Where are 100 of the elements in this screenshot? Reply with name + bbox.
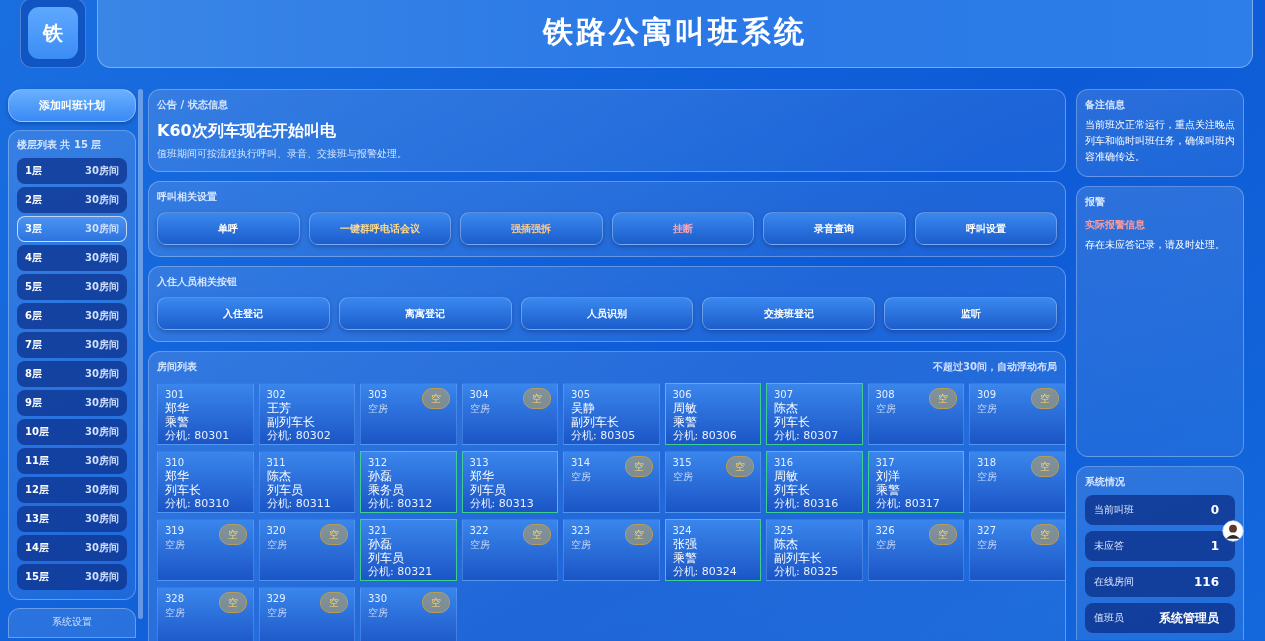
call-button[interactable]: 挂断 [611,212,754,245]
room-card[interactable]: 324 张强 乘警 分机: 80324 [664,519,761,581]
room-status: 空房 [875,538,896,552]
occupant-role: 乘警 [672,415,698,429]
room-number: 322 [469,524,490,537]
room-card[interactable]: 315 空房 空 [664,451,761,513]
call-button[interactable]: 单呼 [157,212,300,245]
floor-item[interactable]: 10层 30房间 [17,419,127,445]
settings-button[interactable]: 系统设置 [8,608,136,638]
stat-label: 在线房间 [1094,575,1134,589]
floor-item[interactable]: 9层 30房间 [17,390,127,416]
room-card[interactable]: 311 陈杰 列车员 分机: 80311 [258,451,355,513]
room-status: 空房 [165,606,185,620]
room-card[interactable]: 308 空房 空 [867,383,964,445]
room-card[interactable]: 313 郑华 列车员 分机: 80313 [461,451,558,513]
room-card[interactable]: 304 空房 空 [461,383,558,445]
floor-item[interactable]: 6层 30房间 [17,303,127,329]
layout-note: 不超过30间，自动浮动布局 [933,360,1057,374]
resident-button[interactable]: 人员识别 [520,297,694,330]
occupant-name: 张强 [672,537,698,551]
extension-number: 分机: 80310 [165,497,230,511]
occupant-name: 王芳 [266,401,292,415]
floor-item[interactable]: 8层 30房间 [17,361,127,387]
room-card[interactable]: 317 刘洋 乘警 分机: 80317 [867,451,964,513]
room-card[interactable]: 326 空房 空 [867,519,964,581]
occupant-name: 陈杰 [266,469,292,483]
room-card[interactable]: 323 空房 空 [563,519,660,581]
room-card[interactable]: 321 孙磊 列车员 分机: 80321 [360,519,457,581]
room-status: 空房 [266,538,287,552]
room-number: 312 [368,456,389,469]
extension-number: 分机: 80316 [774,497,839,511]
occupant-name: 陈杰 [774,537,799,551]
resident-button[interactable]: 入住登记 [157,297,330,330]
room-card[interactable]: 329 空房 空 [258,587,355,641]
occupant-role: 乘警 [672,551,698,565]
floor-item[interactable]: 5层 30房间 [17,274,127,300]
floor-item[interactable]: 2层 30房间 [17,187,127,213]
notice-description: 值班期间可按流程执行呼叫、录音、交接班与报警处理。 [157,147,408,161]
room-card[interactable]: 310 郑华 列车长 分机: 80310 [157,451,254,513]
occupant-role: 列车长 [165,483,202,497]
room-card[interactable]: 327 空房 空 [969,519,1065,581]
resident-button[interactable]: 交接班登记 [702,297,876,330]
resident-button[interactable]: 离寓登记 [338,297,512,330]
room-number: 313 [469,456,490,469]
room-card[interactable]: 318 空房 空 [969,451,1065,513]
resident-button[interactable]: 监听 [884,297,1057,330]
extension-number: 分机: 80307 [774,429,839,443]
room-number: 327 [977,524,997,537]
room-card[interactable]: 312 孙磊 乘务员 分机: 80312 [360,451,457,513]
room-card[interactable]: 314 空房 空 [563,451,660,513]
room-number: 315 [672,456,693,469]
call-button[interactable]: 一键群呼电话会议 [308,212,451,245]
room-card[interactable]: 301 郑华 乘警 分机: 80301 [157,383,254,445]
floor-item[interactable]: 12层 30房间 [17,477,127,503]
room-number: 302 [266,388,287,401]
room-number: 319 [165,524,185,537]
room-card[interactable]: 302 王芳 副列车长 分机: 80302 [258,383,355,445]
floor-item[interactable]: 11层 30房间 [17,448,127,474]
room-card[interactable]: 303 空房 空 [360,383,457,445]
floor-item[interactable]: 4层 30房间 [17,245,127,271]
room-status: 空房 [977,538,997,552]
floor-item[interactable]: 15层 30房间 [17,564,127,590]
scrollbar[interactable] [138,89,143,619]
room-card[interactable]: 319 空房 空 [157,519,254,581]
occupant-name: 郑华 [165,469,190,483]
room-number: 325 [774,524,795,537]
room-card[interactable]: 325 陈杰 副列车长 分机: 80325 [766,519,863,581]
floor-item[interactable]: 7层 30房间 [17,332,127,358]
floor-item[interactable]: 3层 30房间 [17,216,127,242]
room-card[interactable]: 328 空房 空 [157,587,254,641]
floor-item[interactable]: 14层 30房间 [17,535,127,561]
vacant-badge: 空 [320,524,348,545]
room-number: 321 [368,524,389,537]
call-button[interactable]: 强插强拆 [460,212,603,245]
room-card[interactable]: 322 空房 空 [461,519,558,581]
room-card[interactable]: 306 周敏 乘警 分机: 80306 [664,383,761,445]
room-card[interactable]: 320 空房 空 [258,519,355,581]
stat-value: 0 [1210,503,1219,517]
room-card[interactable]: 316 周敏 列车长 分机: 80316 [766,451,863,513]
vacant-badge: 空 [1030,456,1059,477]
floor-item[interactable]: 1层 30房间 [17,158,127,184]
occupant-role: 乘警 [165,415,190,429]
room-card[interactable]: 309 空房 空 [969,383,1065,445]
app-title: 铁路公寓叫班系统 [543,13,807,51]
occupant-name: 周敏 [774,469,799,483]
room-card[interactable]: 305 吴静 副列车长 分机: 80305 [563,383,660,445]
alarm-headline: 实际报警信息 [1085,218,1146,232]
call-button[interactable]: 呼叫设置 [914,212,1057,245]
room-number: 318 [977,456,997,469]
vacant-badge: 空 [726,456,754,477]
room-card[interactable]: 330 空房 空 [360,587,457,641]
floor-item[interactable]: 13层 30房间 [17,506,127,532]
room-number: 330 [368,592,388,605]
call-button[interactable]: 录音查询 [763,212,906,245]
occupant-name: 郑华 [165,401,190,415]
occupant-name: 陈杰 [774,401,799,415]
avatar[interactable] [1222,520,1244,542]
add-plan-button[interactable]: 添加叫班计划 [8,89,136,122]
room-card[interactable]: 307 陈杰 列车长 分机: 80307 [766,383,863,445]
vacant-badge: 空 [1030,524,1059,545]
